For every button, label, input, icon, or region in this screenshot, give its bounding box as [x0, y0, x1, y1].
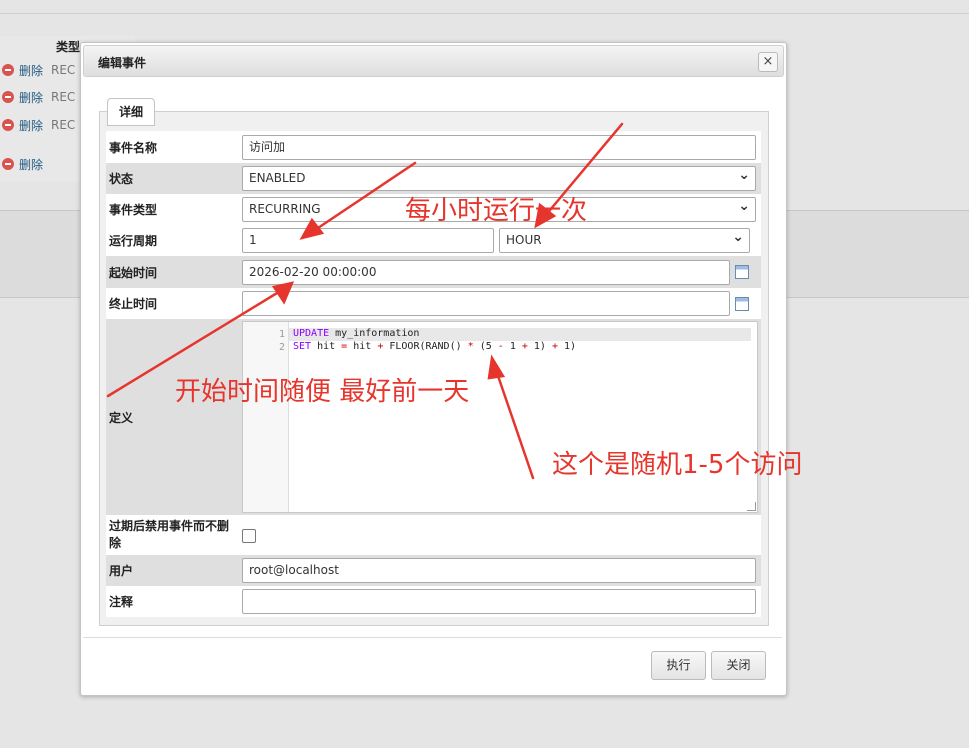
annotation-hourly: 每小时运行一次 — [405, 196, 588, 226]
annotation-random: 这个是随机1-5个访问 — [552, 450, 803, 480]
annotation-arrowhead — [487, 354, 506, 380]
annotation-arrow — [313, 161, 417, 232]
annotation-start-time: 开始时间随便 最好前一天 — [175, 377, 470, 407]
annotation-arrowhead — [271, 281, 295, 305]
annotation-arrows — [106, 122, 624, 480]
annotation-arrow — [494, 368, 535, 480]
annotation-arrowhead — [299, 217, 325, 240]
